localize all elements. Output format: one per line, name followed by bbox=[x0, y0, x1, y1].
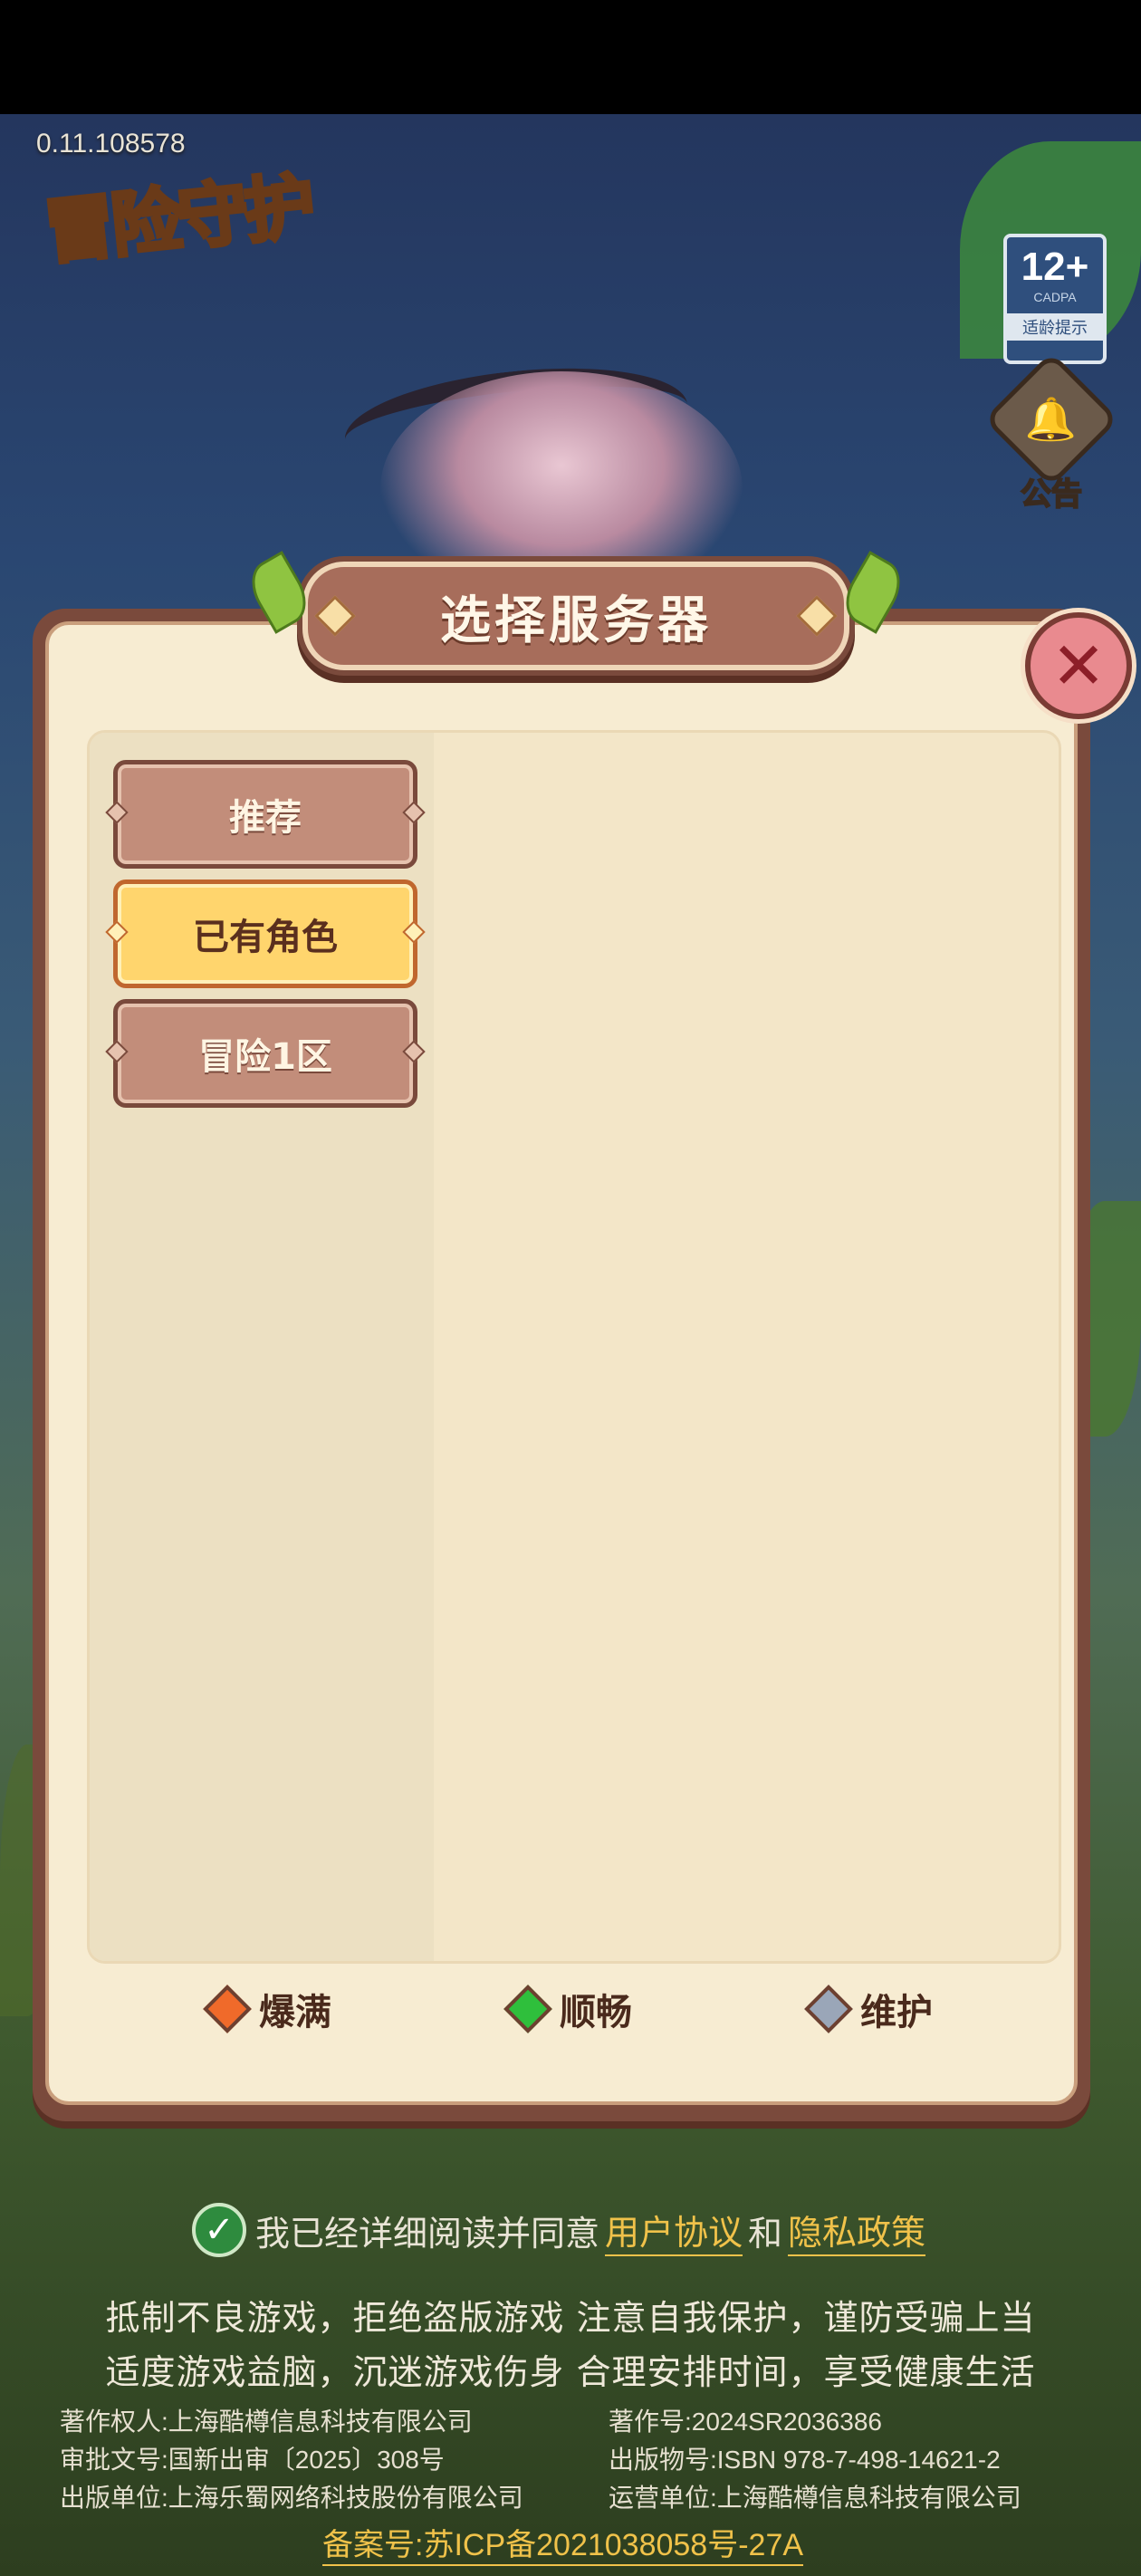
privacy-policy-link[interactable]: 隐私政策 bbox=[788, 2205, 926, 2256]
tab-label: 冒险1区 bbox=[198, 1036, 332, 1078]
age-rating: 12+ bbox=[1021, 245, 1089, 289]
approval-number: 审批文号:国新出审〔2025〕308号 bbox=[60, 2446, 445, 2474]
legend-label: 爆满 bbox=[259, 1992, 331, 2033]
legend-smooth: 顺畅 bbox=[503, 1982, 632, 2036]
version-label: 0.11.108578 bbox=[36, 129, 186, 159]
tab-existing-characters[interactable]: 已有角色 bbox=[105, 879, 426, 988]
age-rating-org: CADPA bbox=[1033, 290, 1077, 304]
pin-right-icon bbox=[402, 1040, 426, 1063]
orange-gem-icon bbox=[203, 1985, 252, 2033]
agreement-prefix: 我已经详细阅读并同意 bbox=[255, 2213, 600, 2254]
tab-label: 推荐 bbox=[229, 797, 302, 839]
bell-icon: 🔔 bbox=[983, 351, 1119, 487]
legend-full: 爆满 bbox=[203, 1982, 331, 2036]
checkbox-checked-icon[interactable]: ✓ bbox=[192, 2203, 246, 2257]
notice-button[interactable]: 🔔 公告 bbox=[983, 351, 1119, 514]
publisher: 出版单位:上海乐蜀网络科技股份有限公司 bbox=[60, 2484, 523, 2512]
dialog-title: 选择服务器 bbox=[440, 591, 712, 650]
health-slogan-line1: 抵制不良游戏，拒绝盗版游戏 注意自我保护，谨防受骗上当 bbox=[105, 2298, 1036, 2338]
tab-adventure-zone-1[interactable]: 冒险1区 bbox=[105, 999, 426, 1108]
server-list-panel: 推荐 已有角色 冒险1区 bbox=[87, 730, 1061, 1964]
copyright-number: 著作号:2024SR2036386 bbox=[609, 2408, 882, 2436]
user-agreement-link[interactable]: 用户协议 bbox=[605, 2205, 743, 2256]
icp-record-link[interactable]: 备案号:苏ICP备2021038058号-27A bbox=[322, 2520, 804, 2566]
health-slogan-line2: 适度游戏益脑，沉迷游戏伤身 合理安排时间，享受健康生活 bbox=[105, 2352, 1036, 2392]
pin-left-icon bbox=[105, 920, 129, 944]
server-tab-column: 推荐 已有角色 冒险1区 bbox=[90, 733, 434, 1961]
tab-recommended[interactable]: 推荐 bbox=[105, 760, 426, 869]
agreement-joiner: 和 bbox=[748, 2213, 783, 2254]
pin-right-icon bbox=[402, 920, 426, 944]
green-gem-icon bbox=[503, 1985, 552, 2033]
dialog-title-plate: 选择服务器 bbox=[241, 551, 911, 670]
age-rating-badge[interactable]: 12+ CADPA 适龄提示 bbox=[1003, 234, 1107, 364]
legend-label: 维护 bbox=[860, 1992, 933, 2033]
operator: 运营单位:上海酷樽信息科技有限公司 bbox=[609, 2484, 1021, 2512]
diamond-right-icon bbox=[796, 595, 838, 637]
publication-number: 出版物号:ISBN 978-7-498-14621-2 bbox=[609, 2446, 1001, 2474]
age-rating-tip: 适龄提示 bbox=[1007, 313, 1103, 341]
tab-label: 已有角色 bbox=[193, 917, 338, 958]
legend-maintenance: 维护 bbox=[804, 1982, 933, 2036]
pin-right-icon bbox=[402, 801, 426, 824]
close-icon: ✕ bbox=[1050, 628, 1107, 704]
agreement-row: ✓ 我已经详细阅读并同意 用户协议 和 隐私政策 bbox=[192, 2201, 931, 2259]
server-list-area bbox=[434, 733, 1059, 1961]
pin-left-icon bbox=[105, 1040, 129, 1063]
copyright-owner: 著作权人:上海酷樽信息科技有限公司 bbox=[60, 2408, 473, 2436]
pin-left-icon bbox=[105, 801, 129, 824]
close-button[interactable]: ✕ bbox=[1025, 612, 1132, 719]
diamond-left-icon bbox=[314, 595, 356, 637]
status-bar bbox=[0, 0, 1141, 114]
gray-gem-icon bbox=[804, 1985, 853, 2033]
legend-label: 顺畅 bbox=[560, 1992, 632, 2033]
